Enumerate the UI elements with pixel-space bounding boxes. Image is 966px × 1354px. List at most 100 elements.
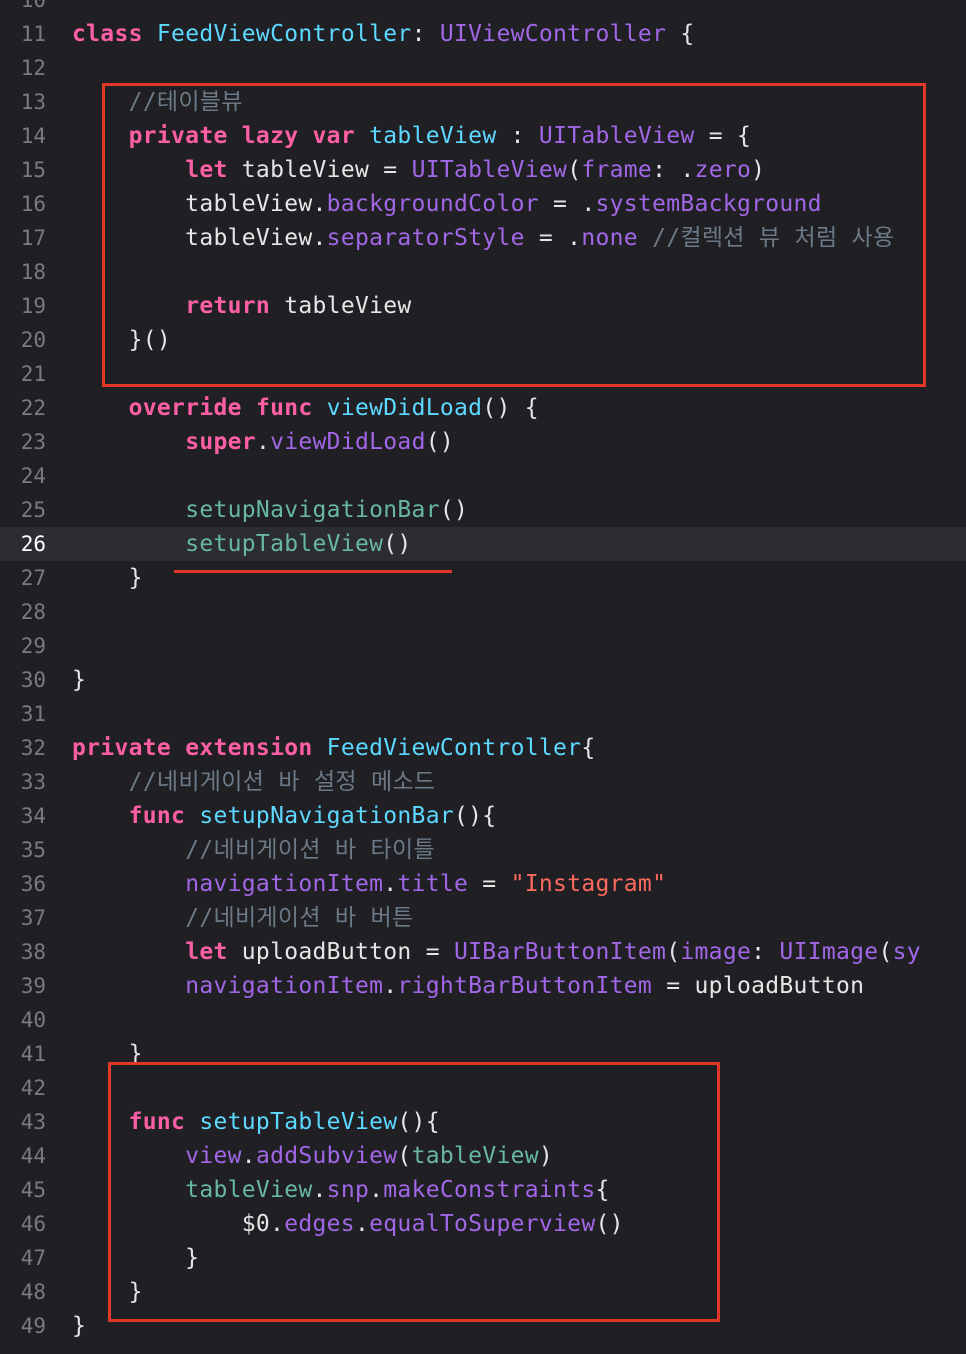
line-number: 25 — [20, 498, 46, 522]
code-token: (){ — [454, 803, 497, 829]
code-token: } — [72, 1313, 87, 1339]
code-text: navigationItem.title = "Instagram" — [72, 867, 666, 901]
code-line[interactable]: 40 — [0, 1003, 966, 1037]
code-line[interactable]: 25 setupNavigationBar() — [0, 493, 966, 527]
code-line[interactable]: 33 //네비게이션 바 설정 메소드 — [0, 765, 966, 799]
code-token: viewDidLoad — [270, 429, 426, 455]
code-token: . — [383, 973, 398, 999]
code-token: //네비게이션 바 버튼 — [185, 905, 414, 931]
code-token: func — [255, 395, 313, 421]
code-line[interactable]: 35 //네비게이션 바 타이틀 — [0, 833, 966, 867]
line-number: 45 — [20, 1178, 46, 1202]
line-number: 44 — [20, 1144, 46, 1168]
code-token: rightBarButtonItem — [397, 973, 653, 999]
line-number: 21 — [20, 362, 46, 386]
code-token: super — [185, 429, 256, 455]
code-line[interactable]: 11 class FeedViewController: UIViewContro… — [0, 17, 966, 51]
code-token: setupNavigationBar — [185, 497, 440, 523]
line-number: 49 — [20, 1314, 46, 1338]
code-line[interactable]: 27 } — [0, 561, 966, 595]
line-number: 24 — [20, 464, 46, 488]
code-token: : — [411, 21, 440, 47]
line-number: 35 — [20, 838, 46, 862]
line-number: 32 — [20, 736, 46, 760]
code-line[interactable]: 24 — [0, 459, 966, 493]
code-text: setupTableView() — [72, 527, 412, 561]
code-token: let — [185, 939, 228, 965]
line-number: 10 — [20, 0, 46, 12]
code-token: FeedViewController — [326, 735, 582, 761]
code-line[interactable]: 37 //네비게이션 바 버튼 — [0, 901, 966, 935]
code-text: //네비게이션 바 타이틀 — [72, 833, 435, 867]
code-line[interactable]: 36 navigationItem.title = "Instagram" — [0, 867, 966, 901]
code-text: } — [72, 1309, 86, 1343]
code-line[interactable]: 22 override func viewDidLoad() { — [0, 391, 966, 425]
line-number: 27 — [20, 566, 46, 590]
code-line[interactable]: 38 let uploadButton = UIBarButtonItem(im… — [0, 935, 966, 969]
line-number: 19 — [20, 294, 46, 318]
code-line[interactable]: 31 — [0, 697, 966, 731]
line-number: 38 — [20, 940, 46, 964]
code-token: } — [72, 565, 143, 591]
line-number: 31 — [20, 702, 46, 726]
code-token: = — [468, 871, 511, 897]
line-number: 12 — [20, 56, 46, 80]
code-line[interactable]: 30} — [0, 663, 966, 697]
code-text: func setupNavigationBar(){ — [72, 799, 497, 833]
code-text: } — [72, 663, 86, 697]
code-line[interactable]: 34 func setupNavigationBar(){ — [0, 799, 966, 833]
code-text: //네비게이션 바 설정 메소드 — [72, 765, 435, 799]
line-number: 14 — [20, 124, 46, 148]
line-number: 23 — [20, 430, 46, 454]
code-token: { — [581, 735, 596, 761]
code-token: { — [666, 21, 695, 47]
annotation-box-setuptableview-method — [108, 1062, 720, 1322]
code-token: () { — [482, 395, 539, 421]
line-number: 26 — [20, 532, 46, 556]
code-token: setupTableView — [185, 531, 384, 557]
line-number: 20 — [20, 328, 46, 352]
code-token: extension — [185, 735, 313, 761]
line-number: 11 — [20, 22, 46, 46]
code-line[interactable]: 23 super.viewDidLoad() — [0, 425, 966, 459]
line-number: 47 — [20, 1246, 46, 1270]
line-number: 36 — [20, 872, 46, 896]
line-number: 34 — [20, 804, 46, 828]
code-line[interactable]: 28 — [0, 595, 966, 629]
line-number: 17 — [20, 226, 46, 250]
code-text: let uploadButton = UIBarButtonItem(image… — [72, 935, 921, 969]
line-number: 41 — [20, 1042, 46, 1066]
code-token: override — [128, 395, 242, 421]
line-number: 29 — [20, 634, 46, 658]
code-line[interactable]: 32 private extension FeedViewController{ — [0, 731, 966, 765]
code-line[interactable]: 12 — [0, 51, 966, 85]
line-number: 22 — [20, 396, 46, 420]
code-line[interactable]: 10 — [0, 0, 966, 17]
code-line[interactable]: 39 navigationItem.rightBarButtonItem = u… — [0, 969, 966, 1003]
line-number: 15 — [20, 158, 46, 182]
line-number: 13 — [20, 90, 46, 114]
code-line[interactable]: 26 setupTableView() — [0, 527, 966, 561]
code-editor[interactable]: 10 11 class FeedViewController: UIViewCont… — [0, 0, 966, 1354]
code-text: super.viewDidLoad() — [72, 425, 454, 459]
code-token: navigationItem — [185, 871, 384, 897]
code-line[interactable]: 29 — [0, 629, 966, 663]
annotation-box-tableview-declaration — [102, 83, 926, 387]
code-token: private — [72, 735, 172, 761]
code-token: //네비게이션 바 타이틀 — [185, 837, 435, 863]
line-number: 30 — [20, 668, 46, 692]
code-token: sy — [892, 939, 921, 965]
line-number: 43 — [20, 1110, 46, 1134]
line-number: 40 — [20, 1008, 46, 1032]
